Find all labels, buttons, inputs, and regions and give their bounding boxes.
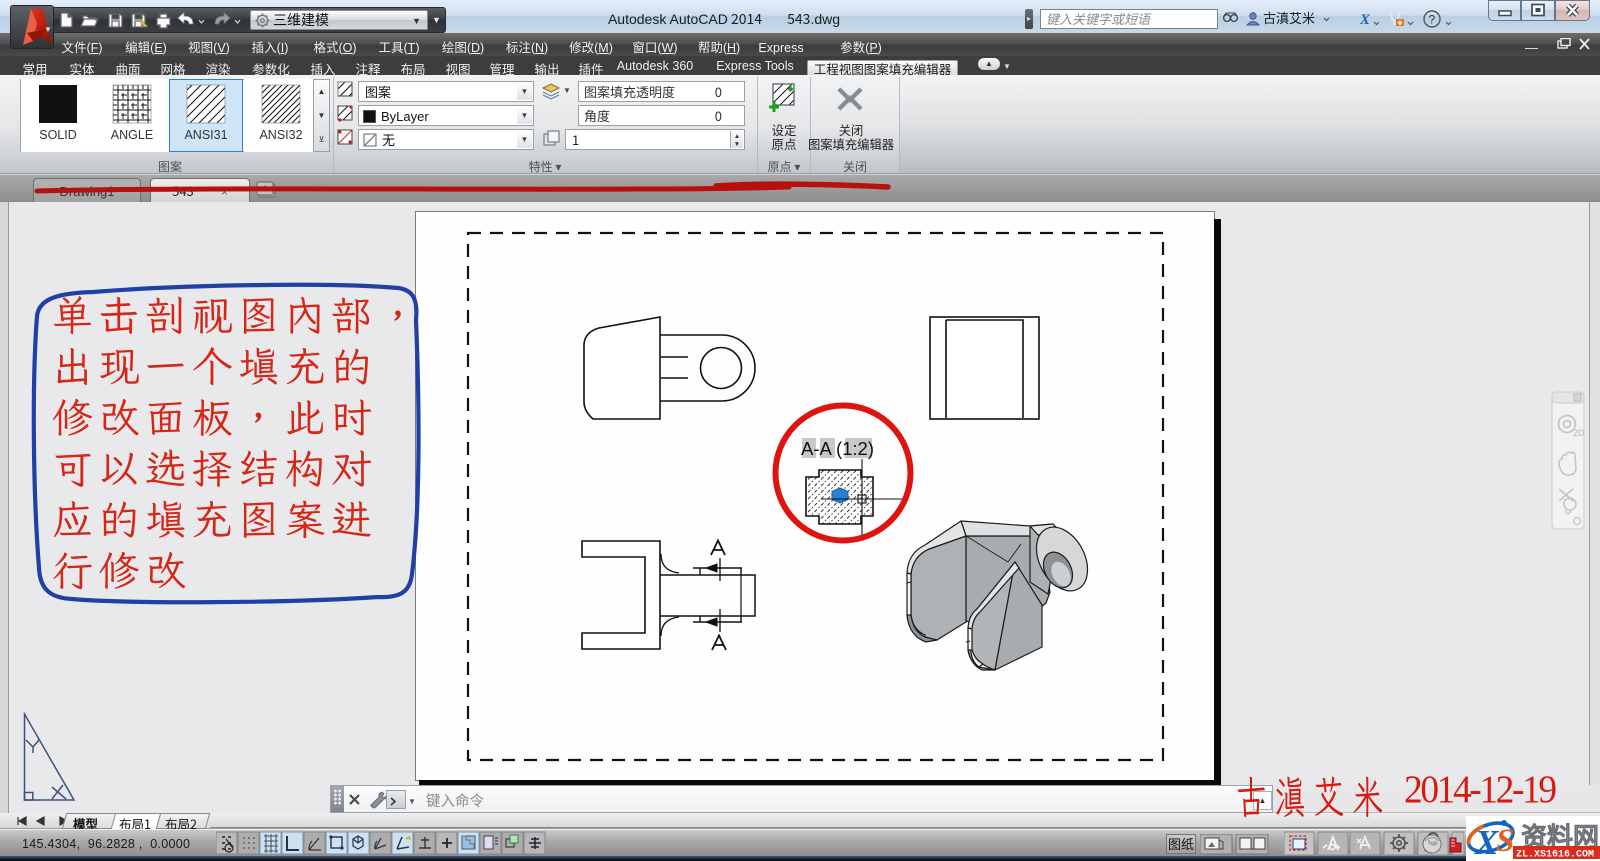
svg-text:A-A (1:2): A-A (1:2) — [801, 438, 874, 459]
svg-text:ZL.XS1616.COM: ZL.XS1616.COM — [1516, 850, 1594, 861]
svg-text:2D: 2D — [1573, 426, 1585, 439]
svg-text:S: S — [1496, 823, 1514, 859]
